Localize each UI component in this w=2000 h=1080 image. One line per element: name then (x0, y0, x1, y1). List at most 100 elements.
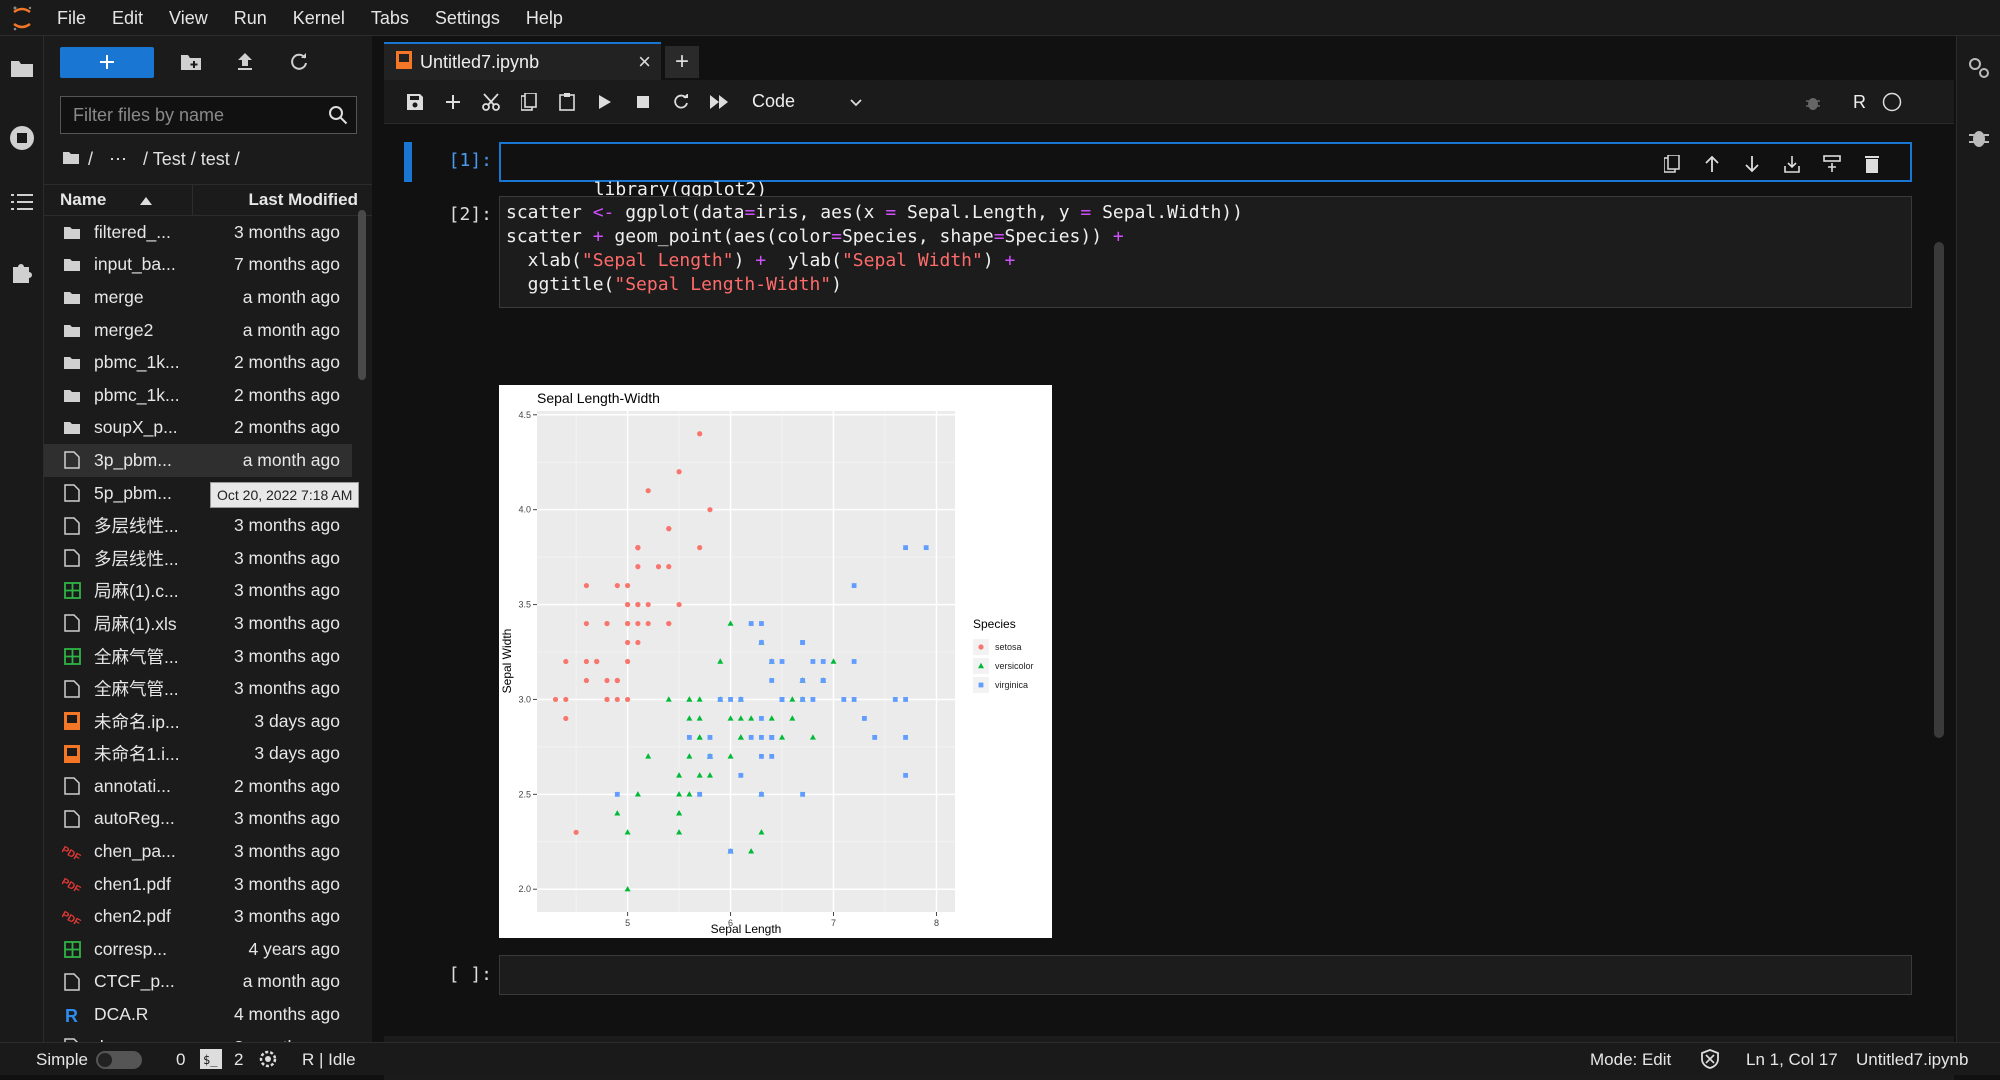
kernel-name[interactable]: R (1853, 92, 1866, 113)
breadcrumb-root[interactable]: / (88, 149, 93, 170)
file-name: chen1.pdf (94, 873, 171, 894)
file-row[interactable]: annotati... 2 months ago (44, 770, 352, 803)
file-row[interactable]: R DCA.R 4 months ago (44, 998, 352, 1031)
restart-run-all-icon[interactable] (700, 87, 738, 117)
file-row[interactable]: 全麻气管... 3 months ago (44, 640, 352, 673)
refresh-icon[interactable] (282, 45, 316, 79)
breadcrumb-path[interactable]: / Test / test / (143, 149, 240, 170)
table-of-contents-icon[interactable] (8, 188, 36, 216)
shield-icon[interactable] (1700, 1049, 1720, 1074)
file-row[interactable]: input_ba... 7 months ago (44, 249, 352, 282)
simple-mode-toggle[interactable] (96, 1051, 142, 1069)
extension-icon[interactable] (8, 258, 36, 286)
menu-file[interactable]: File (44, 0, 99, 36)
menu-settings[interactable]: Settings (422, 0, 513, 36)
insert-below-icon[interactable] (1820, 152, 1844, 176)
file-row[interactable]: filtered_... 3 months ago (44, 216, 352, 249)
file-row[interactable]: pbmc_1k... 2 months ago (44, 346, 352, 379)
close-icon[interactable]: × (638, 49, 651, 75)
file-row[interactable]: 3p_pbm... a month ago (44, 444, 352, 477)
menu-view[interactable]: View (156, 0, 221, 36)
data-point-setosa (563, 715, 569, 722)
insert-above-icon[interactable] (1780, 152, 1804, 176)
file-list-scrollbar[interactable] (358, 210, 366, 380)
run-icon[interactable] (586, 87, 624, 117)
insert-cell-icon[interactable] (434, 87, 472, 117)
menu-edit[interactable]: Edit (99, 0, 156, 36)
new-folder-icon[interactable] (174, 45, 208, 79)
cursor-position[interactable]: Ln 1, Col 17 (1746, 1050, 1838, 1070)
file-row[interactable]: PDF chen1.pdf 3 months ago (44, 868, 352, 901)
cell-3-editor[interactable] (499, 955, 1912, 995)
sort-by-name[interactable]: Name (44, 185, 193, 215)
debugger-icon[interactable] (1965, 124, 1993, 152)
save-icon[interactable] (396, 87, 434, 117)
file-row[interactable]: 全麻气管... 3 months ago (44, 672, 352, 705)
debugger-icon[interactable] (1804, 94, 1822, 117)
paste-icon[interactable] (548, 87, 586, 117)
file-modified: 3 months ago (233, 221, 340, 242)
terminal-count[interactable]: 0 (176, 1050, 185, 1070)
file-row[interactable]: soupX_p... 2 months ago (44, 412, 352, 445)
notebook-panel: Code R [1]: library(ggplot2) [2]: scatte… (384, 80, 1954, 1080)
property-inspector-icon[interactable] (1965, 54, 1993, 82)
file-row[interactable]: merge a month ago (44, 281, 352, 314)
cell-3-prompt: [ ]: (448, 964, 492, 985)
menu-help[interactable]: Help (513, 0, 576, 36)
data-point-setosa (697, 545, 703, 551)
file-row[interactable]: 局麻(1).c... 3 months ago (44, 575, 352, 608)
delete-cell-icon[interactable] (1860, 152, 1884, 176)
file-filter-input[interactable] (61, 97, 311, 133)
notebook-icon (62, 744, 82, 763)
cut-icon[interactable] (472, 87, 510, 117)
file-row[interactable]: 未命名1.i... 3 days ago (44, 738, 352, 771)
menu-tabs[interactable]: Tabs (358, 0, 422, 36)
file-modified: 3 months ago (233, 678, 340, 699)
menu-run[interactable]: Run (221, 0, 280, 36)
file-row[interactable]: PDF chen2.pdf 3 months ago (44, 900, 352, 933)
folder-icon[interactable] (8, 54, 36, 82)
running-icon[interactable] (8, 124, 36, 152)
data-point-setosa (676, 469, 682, 475)
file-row[interactable]: 多层线性... 3 months ago (44, 542, 352, 575)
copy-icon[interactable] (510, 87, 548, 117)
cell-type-select[interactable]: Code (752, 91, 862, 112)
notebook-scrollbar[interactable] (1934, 242, 1944, 738)
kernel-count[interactable]: 2 (234, 1050, 243, 1070)
file-row[interactable]: 未命名.ip... 3 days ago (44, 705, 352, 738)
file-row[interactable]: PDF chen_pa... 3 months ago (44, 835, 352, 868)
move-up-icon[interactable] (1700, 152, 1724, 176)
tab-notebook[interactable]: Untitled7.ipynb × (384, 42, 661, 80)
new-tab-button[interactable]: + (665, 46, 699, 78)
sort-by-modified[interactable]: Last Modified (193, 185, 372, 215)
duplicate-cell-icon[interactable] (1660, 152, 1684, 176)
file-row[interactable]: autoReg... 3 months ago (44, 803, 352, 836)
menu-kernel[interactable]: Kernel (280, 0, 358, 36)
file-row[interactable]: 多层线性... 3 months ago (44, 509, 352, 542)
data-point-setosa (666, 564, 672, 570)
stop-icon[interactable] (624, 87, 662, 117)
file-icon (62, 516, 82, 535)
cell-2-editor[interactable]: scatter <- ggplot(data=iris, aes(x = Sep… (499, 196, 1912, 308)
breadcrumb-ellipsis[interactable]: ⋯ (109, 149, 127, 170)
file-row[interactable]: corresp... 4 years ago (44, 933, 352, 966)
file-row[interactable]: CTCF_p... a month ago (44, 966, 352, 999)
folder-icon[interactable] (62, 149, 80, 170)
terminal-icon[interactable]: $_ (200, 1049, 222, 1074)
kernel-gear-icon[interactable] (258, 1049, 278, 1074)
file-modified: 3 months ago (233, 873, 340, 894)
file-row[interactable]: dens.r...3 months ago (44, 1031, 352, 1042)
upload-icon[interactable] (228, 45, 262, 79)
restart-icon[interactable] (662, 87, 700, 117)
file-row[interactable]: merge2 a month ago (44, 314, 352, 347)
data-point-virginica (892, 697, 898, 702)
move-down-icon[interactable] (1740, 152, 1764, 176)
file-row[interactable]: 局麻(1).xls 3 months ago (44, 607, 352, 640)
data-point-setosa (635, 564, 641, 570)
file-row[interactable]: pbmc_1k... 2 months ago (44, 379, 352, 412)
data-point-virginica (800, 697, 806, 702)
new-launcher-button[interactable] (60, 46, 154, 78)
cell-1-editor[interactable]: library(ggplot2) (499, 142, 1912, 200)
kernel-status[interactable]: R | Idle (302, 1050, 356, 1070)
y-tick-label: 3.0 (518, 694, 531, 704)
